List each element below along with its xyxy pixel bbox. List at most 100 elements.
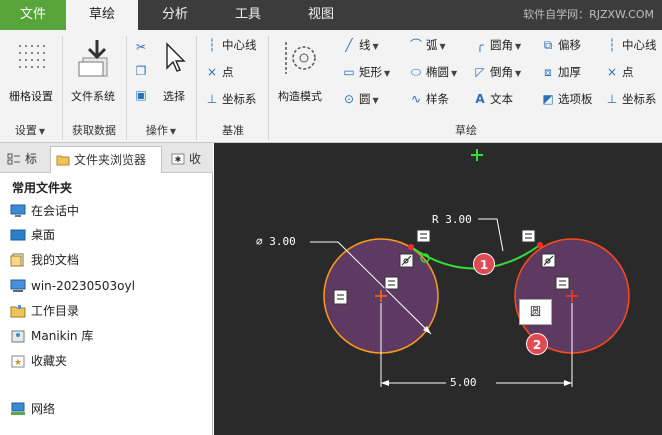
tab-model-tree[interactable]: 标 (2, 146, 46, 173)
step-badge-1: 1 (473, 253, 495, 275)
documents-icon (10, 253, 24, 267)
datum-centerline-button[interactable]: ┆ 中心线 (204, 34, 256, 56)
palette-button[interactable]: ◩ 选项板 (540, 88, 592, 110)
coordsys-icon: ⊥ (606, 92, 618, 106)
common-folders-header: 常用文件夹 (12, 181, 73, 195)
select-button[interactable]: 选择 (156, 34, 192, 118)
model-tree-icon (7, 153, 20, 165)
cursor-arrow-icon (166, 42, 186, 72)
file-system-label: 文件系统 (71, 90, 115, 103)
panel-tabs: 标 文件夹浏览器 ✱ 收 (0, 143, 213, 173)
separator (268, 36, 269, 140)
tab-sketch[interactable]: 草绘 (66, 0, 138, 30)
folder-manikin-library[interactable]: Manikin 库 (10, 326, 93, 346)
datum-coordsys-button[interactable]: ⊥ 坐标系 (204, 88, 257, 110)
folder-network[interactable]: 网络 (10, 399, 55, 419)
sketch-canvas[interactable]: ⌀ 3.00 R 3.00 5.00 1 2 圆 (214, 143, 662, 435)
radius-dimension[interactable] (478, 218, 504, 252)
desktop-icon (10, 229, 26, 241)
file-system-icon (78, 40, 108, 77)
tab-analysis[interactable]: 分析 (140, 0, 210, 30)
tab-view[interactable]: 视图 (286, 0, 356, 30)
arc-button[interactable]: ⌒ 弧 ▼ (408, 34, 446, 56)
tab-file[interactable]: 文件 (0, 0, 66, 30)
arc-icon: ⌒ (409, 38, 422, 52)
tangent-point-left (408, 244, 414, 250)
folder-working-directory[interactable]: 工作目录 (10, 301, 79, 321)
rectangle-button[interactable]: ▭ 矩形 ▼ (341, 61, 390, 83)
folder-computer[interactable]: win-20230503oyl (10, 276, 135, 296)
constraint-tangent-2[interactable] (541, 253, 556, 268)
tangent-point-right (537, 242, 543, 248)
thicken-button[interactable]: ⧈ 加厚 (540, 61, 581, 83)
tab-tools[interactable]: 工具 (212, 0, 284, 30)
working-directory-icon (10, 305, 26, 318)
folder-desktop[interactable]: 桌面 (10, 225, 55, 245)
folder-browser-icon (56, 155, 70, 166)
scissors-icon: ✂ (135, 40, 147, 54)
fillet-icon: ╭ (476, 38, 484, 52)
chamfer-icon: ◸ (475, 65, 485, 79)
thicken-icon: ⧈ (544, 65, 552, 79)
rectangle-icon: ▭ (343, 65, 355, 79)
tab-folder-browser[interactable]: 文件夹浏览器 (50, 146, 162, 173)
copy-icon: ❐ (135, 64, 147, 78)
radius-dimension-text[interactable]: R 3.00 (432, 213, 472, 226)
step-badge-2: 2 (526, 333, 548, 355)
cut-button[interactable]: ✂ (133, 36, 151, 58)
spline-button[interactable]: ∿ 样条 (408, 88, 449, 110)
text-button[interactable]: A 文本 (472, 88, 513, 110)
palette-icon: ◩ (542, 92, 554, 106)
group-sketch-label: 草绘 (455, 124, 477, 137)
text-icon: A (475, 92, 485, 106)
point-icon: × (206, 65, 218, 79)
file-system-button[interactable]: 文件系统 (64, 34, 122, 118)
folder-favorites[interactable]: ★ 收藏夹 (10, 351, 67, 371)
circle-icon: ⊙ (343, 92, 355, 106)
grid-settings-button[interactable]: 栅格设置 (4, 34, 58, 118)
spline-icon: ∿ (410, 92, 422, 106)
constraint-equal-2[interactable] (521, 229, 536, 243)
datum-point-button[interactable]: × 点 (204, 61, 234, 83)
paste-button[interactable]: ▣ (133, 84, 151, 106)
construction-mode-icon (285, 42, 316, 74)
constraint-horizontal[interactable] (333, 289, 348, 305)
favorites-folder-icon: ★ (11, 355, 25, 368)
diameter-dimension-text[interactable]: ⌀ 3.00 (256, 235, 296, 248)
constraint-equal-1[interactable] (416, 229, 431, 243)
group-operations-label[interactable]: 操作 ▼ (127, 122, 195, 140)
library-icon (11, 330, 25, 343)
group-datum-label: 基准 (222, 124, 244, 137)
sketch-coordsys-button[interactable]: ⊥ 坐标系 (604, 88, 657, 110)
line-button[interactable]: ╱ 线 ▼ (341, 34, 378, 56)
select-label: 选择 (163, 90, 185, 103)
folder-my-documents[interactable]: 我的文档 (10, 250, 79, 270)
offset-button[interactable]: ⧉ 偏移 (540, 34, 581, 56)
separator (196, 36, 197, 140)
chamfer-button[interactable]: ◸ 倒角 ▼ (472, 61, 521, 83)
folder-in-session[interactable]: 在会话中 (10, 201, 79, 221)
ribbon: 栅格设置 设置 ▼ 文件系统 获取数据 ✂ ❐ ▣ 选择 操作 ▼ ┆ 中心线 × 点 … (0, 30, 662, 143)
sketch-centerline-button[interactable]: ┆ 中心线 (604, 34, 656, 56)
group-settings-label[interactable]: 设置 ▼ (0, 122, 60, 140)
distance-dimension-text[interactable]: 5.00 (450, 376, 477, 389)
grid-settings-label: 栅格设置 (9, 90, 53, 103)
circle-button[interactable]: ⊙ 圆 ▼ (341, 88, 379, 110)
side-panel: 标 文件夹浏览器 ✱ 收 常用文件夹 在会话中 桌面 我的文档 win-20230… (0, 143, 213, 435)
copy-button[interactable]: ❐ (133, 60, 151, 82)
constraint-equal-4[interactable] (555, 276, 570, 290)
watermark-text: 软件自学网：RJZXW.COM (523, 8, 654, 21)
offset-icon: ⧉ (543, 38, 553, 52)
construction-mode-button[interactable]: 构造模式 (272, 34, 328, 118)
group-get-data-label: 获取数据 (72, 124, 116, 137)
fillet-button[interactable]: ╭ 圆角 ▼ (472, 34, 521, 56)
tab-favorites[interactable]: ✱ 收 (166, 146, 210, 173)
constraint-tangent-1[interactable] (399, 253, 414, 268)
sketch-drawing (310, 149, 630, 387)
constraint-equal-3[interactable] (384, 276, 399, 290)
menu-bar: 文件 草绘 分析 工具 视图 软件自学网：RJZXW.COM (0, 0, 662, 30)
sketch-point-button[interactable]: × 点 (604, 61, 634, 83)
network-icon (11, 402, 25, 415)
construction-mode-label: 构造模式 (278, 90, 322, 103)
ellipse-button[interactable]: ⬭ 椭圆 ▼ (408, 61, 457, 83)
